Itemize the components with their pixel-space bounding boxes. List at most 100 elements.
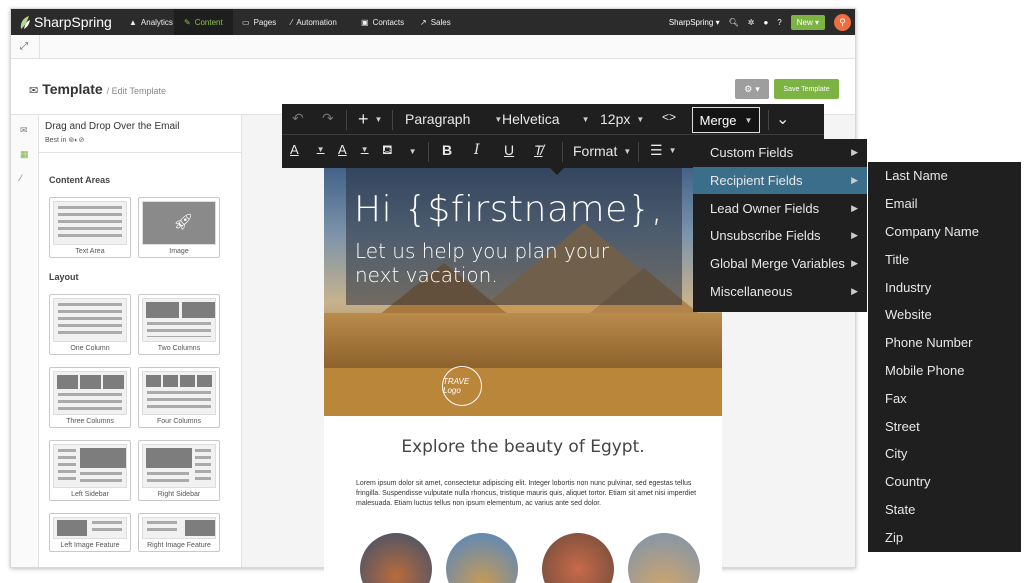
tile-image[interactable]: 🚀︎ Image [138,197,220,258]
nav-analytics[interactable]: ▲ Analytics [123,9,179,35]
nav-automation[interactable]: ⁄ Automation [287,9,341,35]
clear-formatting-icon[interactable]: T̸ [534,142,543,158]
field-industry[interactable]: Industry [868,273,1021,301]
tile-four-columns[interactable]: Four Columns [138,367,220,428]
top-navigation: SharpSpring ▲ Analytics ✎ Content ▭ Page… [11,9,855,35]
account-name: SharpSpring [668,17,714,27]
menu-item-lead-owner-fields[interactable]: Lead Owner Fields ▶ [693,194,867,222]
field-country[interactable]: Country [868,468,1021,496]
tile-label: Four Columns [157,418,201,425]
account-menu[interactable]: SharpSpring ▾ [669,18,720,27]
align-button[interactable]: ☰ ▼ [650,142,676,159]
email-icon[interactable]: ✉ [20,125,28,136]
field-fax[interactable]: Fax [868,384,1021,412]
undo-icon[interactable]: ↶ [292,110,304,127]
user-icon[interactable]: ● [763,18,768,27]
tile-text-area[interactable]: Text Area [49,197,131,258]
bold-icon[interactable]: B [442,142,452,158]
highlight-color-button[interactable]: A ▼ [338,142,369,157]
field-street[interactable]: Street [868,412,1021,440]
tile-label: Left Image Feature [60,542,120,549]
image-placeholder [146,448,192,468]
collapse-toolbar-icon[interactable]: ⌄ [776,109,789,129]
tile-label: Two Columns [157,345,201,352]
image-placeholder [103,375,124,389]
size-select[interactable]: 12px ▼ [600,111,644,127]
paint-bucket-icon[interactable]: ⛾ ▼ [382,142,417,160]
tile-three-columns[interactable]: Three Columns [49,367,131,428]
field-last-name[interactable]: Last Name [868,162,1021,190]
insert-button[interactable]: + ▼ [358,109,382,130]
field-phone-number[interactable]: Phone Number [868,329,1021,357]
contact-card-icon: ▣ [361,17,369,27]
divider [428,142,429,162]
menu-item-recipient-fields[interactable]: Recipient Fields ▶ [693,166,867,195]
nav-label: Pages [253,17,277,27]
tile-label: Image [169,248,189,255]
bug-icon[interactable]: ✲ [748,18,755,27]
menu-item-unsubscribe-fields[interactable]: Unsubscribe Fields ▶ [693,222,867,250]
left-sidebar-thumbnail [53,444,127,488]
field-title[interactable]: Title [868,245,1021,273]
save-template-button[interactable]: Save Template [774,79,839,99]
section-title[interactable]: Explore the beauty of Egypt. [324,437,722,457]
field-zip[interactable]: Zip [868,523,1021,551]
grid-icon[interactable]: ▦ [20,149,29,160]
underline-icon[interactable]: U [504,142,514,158]
field-email[interactable]: Email [868,190,1021,218]
email-preview[interactable]: TRAVE Logo Hi {$firstname}, Let us help … [324,163,722,583]
body-text[interactable]: Lorem ipsum dolor sit amet, consectetur … [356,479,698,509]
italic-icon[interactable]: I [474,142,480,158]
menu-item-label: Lead Owner Fields [710,200,820,216]
greeting-text[interactable]: Hi {$firstname}, [354,189,663,230]
tile-one-column[interactable]: One Column [49,294,131,355]
paragraph-label: Paragraph [405,111,471,127]
nav-content[interactable]: ✎ Content [174,9,233,35]
redo-icon[interactable]: ↷ [322,110,334,127]
hero-subheading[interactable]: Let us help you plan your next vacation. [355,239,655,287]
caret-down-icon: ▼ [623,146,632,156]
caret-down-icon: ▾ [715,17,720,27]
font-select[interactable]: Helvetica ▼ [502,111,590,127]
brand-logo[interactable]: SharpSpring [19,14,112,30]
field-mobile-phone[interactable]: Mobile Phone [868,357,1021,385]
nav-sales[interactable]: ↗ Sales [416,9,455,35]
text-lines [58,303,122,337]
settings-button[interactable]: ⚙ ▾ [735,79,769,99]
hero-image: TRAVE Logo Hi {$firstname}, Let us help … [324,163,722,416]
text-lines [92,521,122,535]
image-placeholder [180,375,195,387]
merge-button[interactable]: Merge ▼ [692,107,760,133]
tile-left-sidebar[interactable]: Left Sidebar [49,440,131,501]
menu-item-miscellaneous[interactable]: Miscellaneous ▶ [693,277,867,305]
format-select[interactable]: Format ▼ [573,143,631,159]
paragraph-select[interactable]: Paragraph ▼ [405,111,502,127]
tile-two-columns[interactable]: Two Columns [138,294,220,355]
image-placeholder [80,375,101,389]
font-color-button[interactable]: A ▼ [290,142,325,157]
tile-right-sidebar[interactable]: Right Sidebar [138,440,220,501]
new-button[interactable]: New ▾ [790,14,825,30]
pencil-icon[interactable]: ⁄ [20,173,22,183]
search-icon[interactable]: 🔍︎ [729,18,739,27]
field-city[interactable]: City [868,440,1021,468]
menu-item-custom-fields[interactable]: Custom Fields ▶ [693,139,867,167]
pin-icon[interactable]: ⚲ [834,13,851,31]
nav-pages[interactable]: ▭ Pages [238,9,280,35]
field-state[interactable]: State [868,496,1021,524]
divider [392,110,393,130]
components-panel: Drag and Drop Over the Email Best in ⊚◐⊘… [39,115,242,567]
browser-hint: Best in ⊚◐⊘ [45,136,241,144]
size-label: 12px [600,111,631,127]
code-view-icon[interactable]: <> [662,110,676,124]
menu-item-global-merge-variables[interactable]: Global Merge Variables ▶ [693,250,867,278]
nav-contacts[interactable]: ▣ Contacts [357,9,408,35]
field-website[interactable]: Website [868,301,1021,329]
divider [346,110,347,130]
field-company-name[interactable]: Company Name [868,218,1021,246]
tile-left-image-feature[interactable]: Left Image Feature [49,513,131,552]
expand-icon[interactable]: ⤢ [20,41,28,52]
tile-right-image-feature[interactable]: Right Image Feature [138,513,220,552]
nav-label: Automation [296,17,337,27]
help-icon[interactable]: ? [777,18,781,27]
